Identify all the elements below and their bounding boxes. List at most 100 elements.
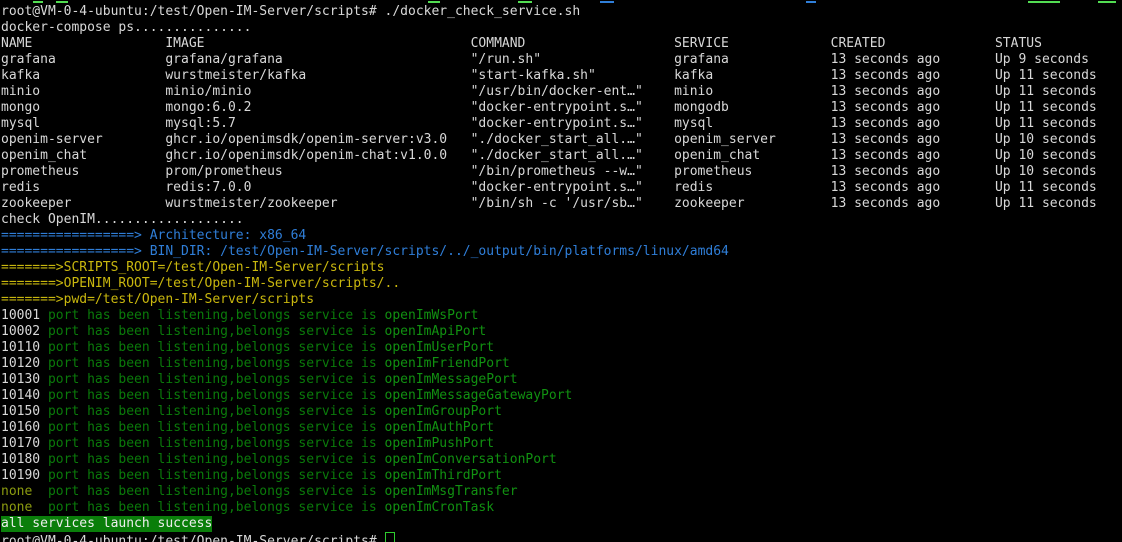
listening-message: port has been listening,belongs service … <box>48 420 385 435</box>
table-cell-created: 13 seconds ago <box>831 196 941 212</box>
check-progress-line: check OpenIM................... <box>1 212 1122 228</box>
openim-root-line: =======>OPENIM_ROOT=/test/Open-IM-Server… <box>1 276 1122 292</box>
table-cell-name: minio <box>1 84 40 100</box>
port-check-line: 10140 port has been listening,belongs se… <box>1 388 1122 404</box>
table-row: miniominio/minio"/usr/bin/docker-ent…"mi… <box>1 84 1122 100</box>
port-check-line: 10150 port has been listening,belongs se… <box>1 404 1122 420</box>
text-fragment <box>33 1 43 3</box>
port-check-list: 10001 port has been listening,belongs se… <box>1 308 1122 516</box>
table-row: openim-serverghcr.io/openimsdk/openim-se… <box>1 132 1122 148</box>
port-check-line: none port has been listening,belongs ser… <box>1 484 1122 500</box>
table-row: redisredis:7.0.0"docker-entrypoint.s…"re… <box>1 180 1122 196</box>
table-cell-image: ghcr.io/openimsdk/openim-chat:v1.0.0 <box>165 148 447 164</box>
table-cell-service: kafka <box>674 68 713 84</box>
table-cell-command: "docker-entrypoint.s…" <box>471 180 643 196</box>
service-name: openImUserPort <box>385 340 495 355</box>
table-cell-image: ghcr.io/openimsdk/openim-server:v3.0 <box>165 132 447 148</box>
port-number: 10002 <box>1 324 48 339</box>
table-cell-status: Up 11 seconds <box>995 100 1097 116</box>
table-cell-status: Up 11 seconds <box>995 180 1097 196</box>
service-name: openImApiPort <box>385 324 487 339</box>
table-row: prometheusprom/prometheus"/bin/prometheu… <box>1 164 1122 180</box>
pwd-line: =======>pwd=/test/Open-IM-Server/scripts <box>1 292 1122 308</box>
listening-message: port has been listening,belongs service … <box>48 484 385 499</box>
listening-message: port has been listening,belongs service … <box>48 452 385 467</box>
service-name: openImFriendPort <box>385 356 510 371</box>
port-number: 10160 <box>1 420 48 435</box>
listening-message: port has been listening,belongs service … <box>48 404 385 419</box>
listening-message: port has been listening,belongs service … <box>48 356 385 371</box>
shell-prompt: root@VM-0-4-ubuntu:/test/Open-IM-Server/… <box>1 534 385 542</box>
table-cell-created: 13 seconds ago <box>831 52 941 68</box>
table-cell-status: Up 10 seconds <box>995 164 1097 180</box>
table-cell-service: zookeeper <box>674 196 744 212</box>
port-number: 10120 <box>1 356 48 371</box>
table-cell-status: Up 11 seconds <box>995 68 1097 84</box>
table-cell-image: wurstmeister/zookeeper <box>165 196 337 212</box>
table-cell-command: "./docker_start_all.…" <box>471 132 643 148</box>
port-check-line: 10160 port has been listening,belongs se… <box>1 420 1122 436</box>
table-cell-image: mysql:5.7 <box>165 116 235 132</box>
table-cell-image: wurstmeister/kafka <box>165 68 306 84</box>
table-row: zookeeperwurstmeister/zookeeper"/bin/sh … <box>1 196 1122 212</box>
port-number: 10190 <box>1 468 48 483</box>
text-fragment <box>600 1 614 3</box>
table-row: mongomongo:6.0.2"docker-entrypoint.s…"mo… <box>1 100 1122 116</box>
scripts-root-line: =======>SCRIPTS_ROOT=/test/Open-IM-Serve… <box>1 260 1122 276</box>
terminal-cursor[interactable] <box>385 532 395 542</box>
service-name: openImGroupPort <box>385 404 502 419</box>
service-name: openImMsgTransfer <box>385 484 518 499</box>
listening-message: port has been listening,belongs service … <box>48 436 385 451</box>
architecture-line: =================> Architecture: x86_64 <box>1 228 1122 244</box>
listening-message: port has been listening,belongs service … <box>48 324 385 339</box>
service-name: openImWsPort <box>385 308 479 323</box>
port-check-line: 10120 port has been listening,belongs se… <box>1 356 1122 372</box>
table-cell-created: 13 seconds ago <box>831 148 941 164</box>
port-check-line: 10170 port has been listening,belongs se… <box>1 436 1122 452</box>
table-cell-created: 13 seconds ago <box>831 180 941 196</box>
service-name: openImThirdPort <box>385 468 502 483</box>
listening-message: port has been listening,belongs service … <box>48 340 385 355</box>
listening-message: port has been listening,belongs service … <box>48 308 385 323</box>
success-banner-line: all services launch success <box>1 516 1122 532</box>
table-cell-command: "./docker_start_all.…" <box>471 148 643 164</box>
table-cell-created: 13 seconds ago <box>831 132 941 148</box>
service-name: openImConversationPort <box>385 452 557 467</box>
table-cell-status: Up 11 seconds <box>995 196 1097 212</box>
listening-message: port has been listening,belongs service … <box>48 372 385 387</box>
port-number: 10110 <box>1 340 48 355</box>
port-check-line: 10190 port has been listening,belongs se… <box>1 468 1122 484</box>
column-header: SERVICE <box>674 36 729 52</box>
terminal-window[interactable]: root@VM-0-4-ubuntu:/test/Open-IM-Server/… <box>0 0 1122 542</box>
port-check-line: 10002 port has been listening,belongs se… <box>1 324 1122 340</box>
table-cell-name: mysql <box>1 116 40 132</box>
port-check-line: 10001 port has been listening,belongs se… <box>1 308 1122 324</box>
table-cell-command: "docker-entrypoint.s…" <box>471 100 643 116</box>
listening-message: port has been listening,belongs service … <box>48 500 385 515</box>
table-cell-image: grafana/grafana <box>165 52 282 68</box>
port-check-line: 10180 port has been listening,belongs se… <box>1 452 1122 468</box>
table-cell-name: redis <box>1 180 40 196</box>
text-fragment <box>518 1 532 3</box>
service-name: openImMessageGatewayPort <box>385 388 573 403</box>
table-cell-name: prometheus <box>1 164 79 180</box>
port-number: 10180 <box>1 452 48 467</box>
column-header: STATUS <box>995 36 1042 52</box>
table-cell-service: openim_server <box>674 132 776 148</box>
bindir-line: =================> BIN_DIR: /test/Open-I… <box>1 244 1122 260</box>
listening-message: port has been listening,belongs service … <box>48 468 385 483</box>
text-fragment <box>1098 1 1116 3</box>
listening-message: port has been listening,belongs service … <box>48 388 385 403</box>
table-row: openim_chat ghcr.io/openimsdk/openim-chat… <box>1 148 1122 164</box>
table-cell-status: Up 11 seconds <box>995 84 1097 100</box>
success-banner: all services launch success <box>1 516 212 532</box>
port-number: 10001 <box>1 308 48 323</box>
table-cell-name: grafana <box>1 52 56 68</box>
port-number: none <box>1 500 48 515</box>
table-cell-command: "/bin/prometheus --w…" <box>471 164 643 180</box>
table-cell-service: openim_chat <box>674 148 760 164</box>
shell-prompt: root@VM-0-4-ubuntu:/test/Open-IM-Server/… <box>1 4 377 19</box>
table-cell-image: redis:7.0.0 <box>165 180 251 196</box>
table-header-row: NAMEIMAGECOMMANDSERVICECREATEDSTATUS <box>1 36 1122 52</box>
table-cell-created: 13 seconds ago <box>831 68 941 84</box>
